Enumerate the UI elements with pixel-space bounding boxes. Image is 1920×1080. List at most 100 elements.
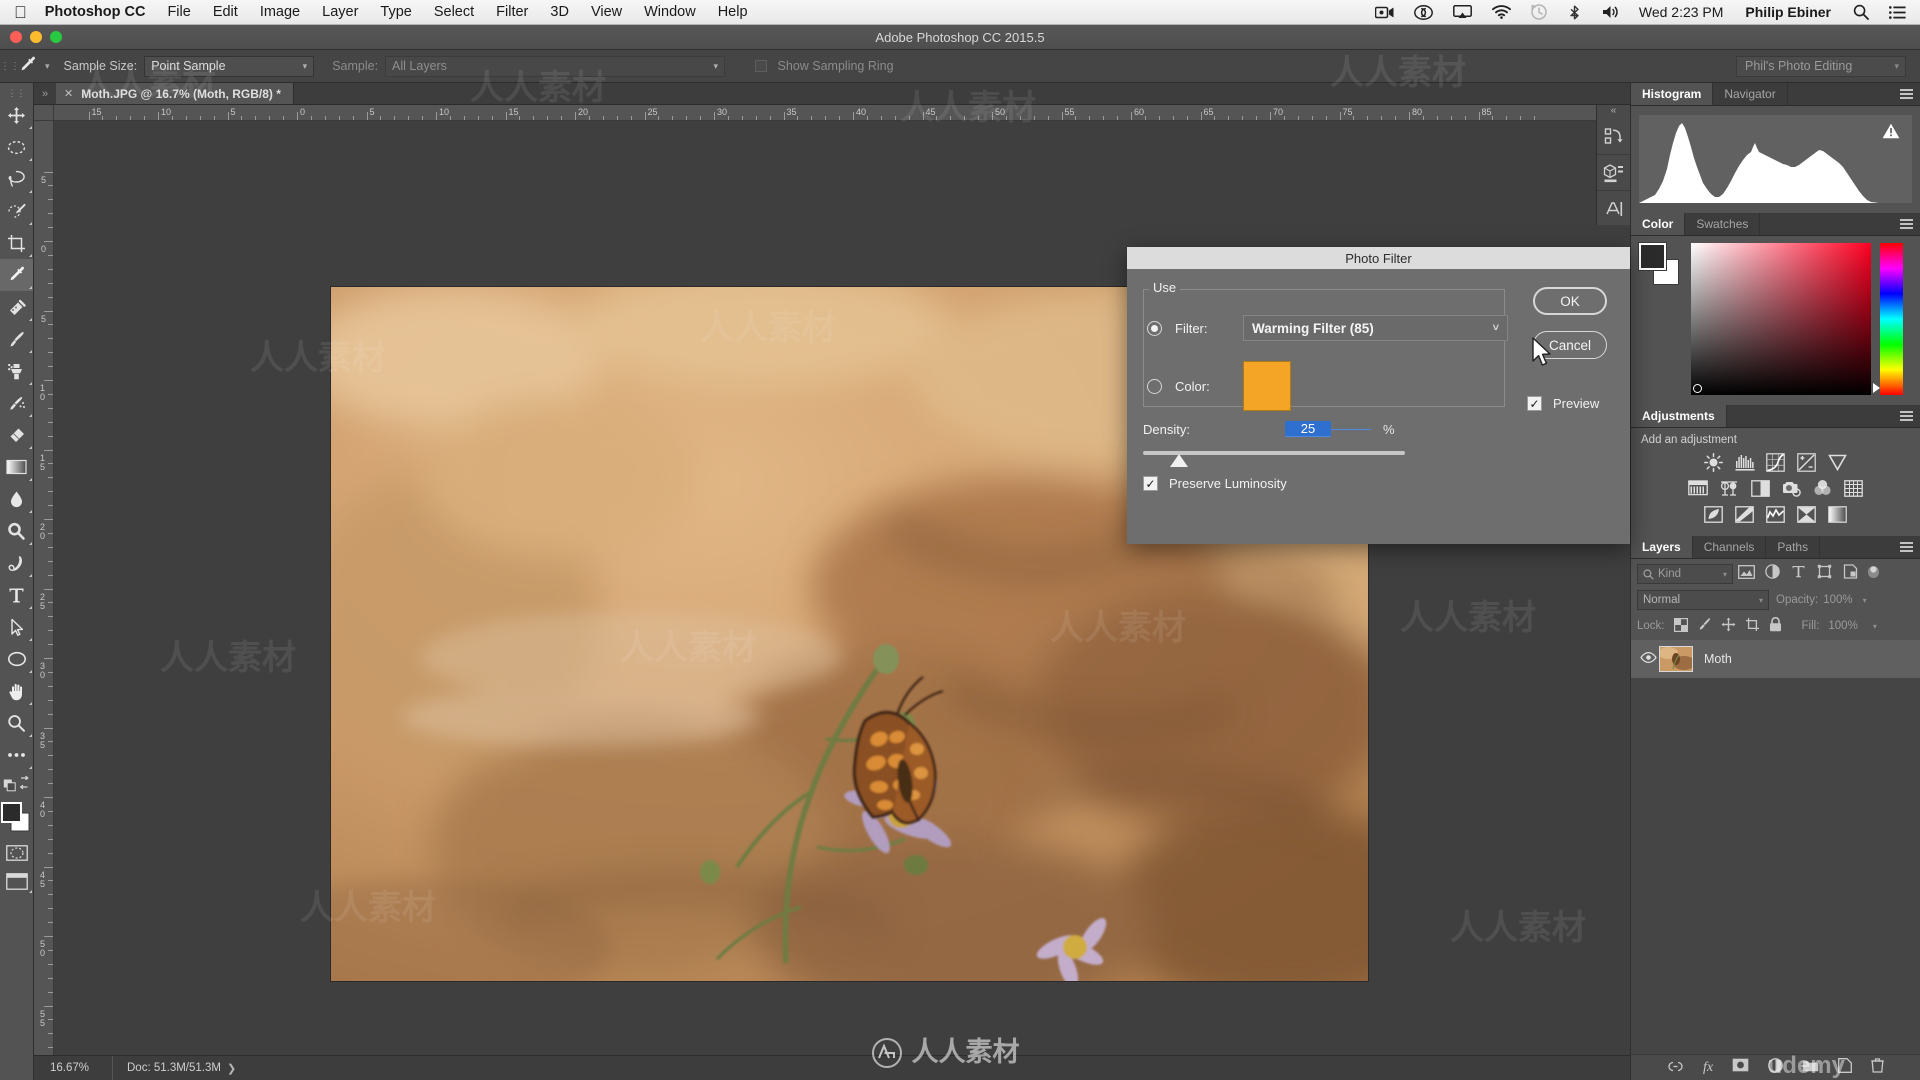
color-field[interactable]	[1691, 243, 1871, 395]
brightness-contrast-icon[interactable]	[1704, 452, 1724, 472]
link-layers-icon[interactable]	[1667, 1059, 1684, 1077]
show-sampling-ring-checkbox[interactable]: Show Sampling Ring	[755, 59, 894, 73]
menu-select[interactable]: Select	[434, 4, 474, 20]
panel-menu-icon[interactable]	[1900, 89, 1913, 101]
opacity-value[interactable]: 100%	[1823, 594, 1852, 606]
creative-cloud-icon[interactable]	[1413, 4, 1433, 20]
ok-button[interactable]: OK	[1533, 287, 1607, 315]
tab-histogram[interactable]: Histogram	[1631, 83, 1714, 105]
screen-record-icon[interactable]	[1374, 6, 1394, 19]
exposure-icon[interactable]	[1797, 452, 1817, 472]
path-selection-tool[interactable]	[0, 611, 33, 643]
eyedropper-tool[interactable]	[0, 259, 33, 291]
photo-filter-icon[interactable]	[1781, 478, 1801, 498]
cached-data-warning-icon[interactable]	[1882, 123, 1900, 139]
add-style-fx-icon[interactable]: fx	[1703, 1060, 1713, 1076]
collapse-panels-icon[interactable]: «	[1597, 105, 1630, 119]
close-icon[interactable]: ✕	[64, 87, 73, 100]
curves-icon[interactable]	[1766, 452, 1786, 472]
filter-radio[interactable]	[1147, 320, 1162, 336]
ellipse-shape-tool[interactable]	[0, 643, 33, 675]
new-group-icon[interactable]	[1802, 1059, 1819, 1077]
quick-mask-shortcut[interactable]	[0, 771, 33, 797]
notification-center-icon[interactable]	[1889, 5, 1906, 19]
lock-all-icon[interactable]	[1769, 616, 1782, 635]
panel-menu-icon[interactable]	[1900, 219, 1913, 231]
filter-smart-object-icon[interactable]	[1837, 564, 1863, 584]
lock-transparency-icon[interactable]	[1673, 617, 1688, 635]
menu-type[interactable]: Type	[380, 4, 411, 20]
character-icon[interactable]	[1597, 191, 1630, 227]
menu-layer[interactable]: Layer	[322, 4, 358, 20]
menu-window[interactable]: Window	[644, 4, 696, 20]
edit-toolbar-tool[interactable]	[0, 739, 33, 771]
color-swatch-button[interactable]	[1243, 361, 1291, 411]
filter-toggle-icon[interactable]	[1863, 565, 1883, 584]
mac-user-name[interactable]: Philip Ebiner	[1745, 4, 1831, 20]
zoom-tool[interactable]	[0, 707, 33, 739]
crop-tool[interactable]	[0, 227, 33, 259]
chevron-down-icon[interactable]: ▾	[1863, 596, 1867, 605]
new-adjustment-icon[interactable]	[1768, 1057, 1783, 1078]
screen-mode-toggle[interactable]	[0, 867, 33, 895]
menu-edit[interactable]: Edit	[213, 4, 238, 20]
filter-select[interactable]: Warming Filter (85) ˅	[1243, 315, 1508, 341]
gradient-map-icon[interactable]	[1828, 504, 1848, 524]
delete-layer-icon[interactable]	[1871, 1057, 1884, 1078]
blend-mode-select[interactable]: Normal ▾	[1637, 590, 1769, 610]
zoom-level[interactable]: 16.67%	[34, 1062, 112, 1074]
pen-tool[interactable]	[0, 547, 33, 579]
doc-info[interactable]: Doc: 51.3M/51.3M ❯	[112, 1055, 250, 1080]
add-mask-icon[interactable]	[1732, 1058, 1749, 1077]
layer-filter-kind-select[interactable]: Kind ▾	[1637, 564, 1733, 584]
invert-icon[interactable]	[1704, 504, 1724, 524]
posterize-icon[interactable]	[1735, 504, 1755, 524]
color-lookup-icon[interactable]	[1843, 478, 1863, 498]
hand-tool[interactable]	[0, 675, 33, 707]
quick-mask-mode-toggle[interactable]	[0, 839, 33, 867]
new-layer-icon[interactable]	[1838, 1057, 1852, 1078]
document-tab[interactable]: ✕ Moth.JPG @ 16.7% (Moth, RGB/8) *	[56, 82, 294, 104]
volume-icon[interactable]	[1602, 5, 1619, 19]
tab-paths[interactable]: Paths	[1766, 536, 1821, 558]
panel-menu-icon[interactable]	[1900, 411, 1913, 423]
apple-logo-icon[interactable]: 	[14, 4, 27, 21]
levels-icon[interactable]	[1735, 452, 1755, 472]
filter-adjustment-icon[interactable]	[1759, 564, 1785, 584]
blur-tool[interactable]	[0, 483, 33, 515]
foreground-color-swatch[interactable]	[1638, 242, 1667, 271]
density-input-tail[interactable]	[1331, 428, 1371, 430]
lock-image-icon[interactable]	[1697, 617, 1712, 635]
vibrance-icon[interactable]	[1828, 452, 1848, 472]
black-white-icon[interactable]	[1750, 478, 1770, 498]
density-slider-thumb[interactable]	[1170, 454, 1188, 467]
expand-panels-icon[interactable]: »	[34, 88, 56, 100]
window-close-button[interactable]	[10, 31, 22, 43]
fill-value[interactable]: 100%	[1828, 620, 1857, 632]
options-bar-grip[interactable]: ⋮⋮	[0, 61, 20, 72]
chevron-right-icon[interactable]: ❯	[221, 1062, 236, 1075]
layer-thumbnail[interactable]	[1659, 646, 1693, 672]
healing-brush-tool[interactable]	[0, 291, 33, 323]
type-tool[interactable]	[0, 579, 33, 611]
hue-slider-thumb[interactable]	[1873, 383, 1880, 393]
3d-properties-icon[interactable]	[1597, 155, 1630, 191]
chevron-down-icon[interactable]: ▾	[1873, 622, 1877, 631]
layer-row[interactable]: Moth	[1631, 640, 1920, 678]
preserve-luminosity-checkbox[interactable]: ✓ Preserve Luminosity	[1143, 476, 1287, 491]
eraser-tool[interactable]	[0, 419, 33, 451]
foreground-background-swatch[interactable]	[1638, 242, 1681, 285]
window-minimize-button[interactable]	[30, 31, 42, 43]
color-field-picker[interactable]	[1693, 384, 1702, 393]
lock-artboard-icon[interactable]	[1745, 617, 1760, 635]
threshold-icon[interactable]	[1766, 504, 1786, 524]
channel-mixer-icon[interactable]	[1812, 478, 1832, 498]
sample-select[interactable]: All Layers ▾	[385, 55, 726, 77]
tab-adjustments[interactable]: Adjustments	[1631, 405, 1727, 427]
marquee-tool[interactable]	[0, 131, 33, 163]
quick-selection-tool[interactable]	[0, 195, 33, 227]
brush-tool[interactable]	[0, 323, 33, 355]
menu-help[interactable]: Help	[718, 4, 748, 20]
tab-channels[interactable]: Channels	[1693, 536, 1767, 558]
tool-preset-chevron-icon[interactable]: ▾	[45, 61, 50, 72]
